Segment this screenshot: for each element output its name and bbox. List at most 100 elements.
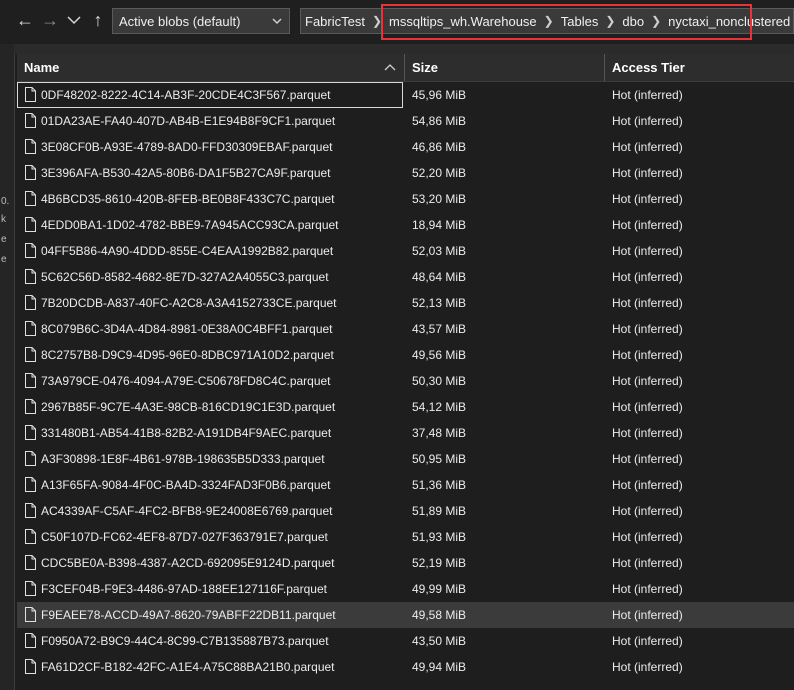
- file-size: 52,03 MiB: [412, 244, 467, 258]
- file-size-cell: 49,99 MiB: [405, 576, 603, 602]
- chevron-right-icon: ❯: [371, 14, 383, 28]
- breadcrumb-item[interactable]: FabricTest: [301, 14, 369, 29]
- file-row[interactable]: 4EDD0BA1-1D02-4782-BBE9-7A945ACC93CA.par…: [17, 212, 794, 238]
- file-size: 51,89 MiB: [412, 504, 467, 518]
- column-header-size[interactable]: Size: [405, 54, 605, 81]
- file-icon: [25, 217, 36, 232]
- arrow-up-icon[interactable]: ↑: [87, 6, 109, 34]
- file-name-cell[interactable]: CDC5BE0A-B398-4387-A2CD-692095E9124D.par…: [17, 550, 403, 576]
- file-size-cell: 37,48 MiB: [405, 420, 603, 446]
- file-name: CDC5BE0A-B398-4387-A2CD-692095E9124D.par…: [41, 556, 335, 570]
- file-name-cell[interactable]: A13F65FA-9084-4F0C-BA4D-3324FAD3F0B6.par…: [17, 472, 403, 498]
- arrow-left-icon[interactable]: ←: [14, 6, 36, 34]
- file-row[interactable]: 01DA23AE-FA40-407D-AB4B-E1E94B8F9CF1.par…: [17, 108, 794, 134]
- file-icon: [25, 243, 36, 258]
- file-name-cell[interactable]: F0950A72-B9C9-44C4-8C99-C7B135887B73.par…: [17, 628, 403, 654]
- column-header-tier[interactable]: Access Tier: [605, 54, 794, 81]
- file-name-cell[interactable]: 2967B85F-9C7E-4A3E-98CB-816CD19C1E3D.par…: [17, 394, 403, 420]
- file-row[interactable]: 7B20DCDB-A837-40FC-A2C8-A3A4152733CE.par…: [17, 290, 794, 316]
- file-name-cell[interactable]: 73A979CE-0476-4094-A79E-C50678FD8C4C.par…: [17, 368, 403, 394]
- file-size: 43,57 MiB: [412, 322, 467, 336]
- file-name-cell[interactable]: 331480B1-AB54-41B8-82B2-A191DB4F9AEC.par…: [17, 420, 403, 446]
- access-tier: Hot (inferred): [612, 166, 683, 180]
- file-row[interactable]: C50F107D-FC62-4EF8-87D7-027F363791E7.par…: [17, 524, 794, 550]
- file-row[interactable]: 8C079B6C-3D4A-4D84-8981-0E38A0C4BFF1.par…: [17, 316, 794, 342]
- file-row[interactable]: 04FF5B86-4A90-4DDD-855E-C4EAA1992B82.par…: [17, 238, 794, 264]
- breadcrumb-item[interactable]: nyctaxi_nonclustered: [664, 14, 793, 29]
- file-name-cell[interactable]: 8C079B6C-3D4A-4D84-8981-0E38A0C4BFF1.par…: [17, 316, 403, 342]
- file-icon: [25, 477, 36, 492]
- file-name-cell[interactable]: 5C62C56D-8582-4682-8E7D-327A2A4055C3.par…: [17, 264, 403, 290]
- column-header-name-label: Name: [24, 60, 60, 75]
- breadcrumb-item[interactable]: mssqltips_wh.Warehouse: [385, 14, 541, 29]
- access-tier: Hot (inferred): [612, 634, 683, 648]
- file-icon: [25, 633, 36, 648]
- file-name: A13F65FA-9084-4F0C-BA4D-3324FAD3F0B6.par…: [41, 478, 331, 492]
- file-size-cell: 48,64 MiB: [405, 264, 603, 290]
- file-size-cell: 51,93 MiB: [405, 524, 603, 550]
- file-size: 49,56 MiB: [412, 348, 467, 362]
- file-size-cell: 52,20 MiB: [405, 160, 603, 186]
- file-name-cell[interactable]: F9EAEE78-ACCD-49A7-8620-79ABFF22DB11.par…: [17, 602, 403, 628]
- file-name-cell[interactable]: F3CEF04B-F9E3-4486-97AD-188EE127116F.par…: [17, 576, 403, 602]
- access-tier: Hot (inferred): [612, 504, 683, 518]
- file-row[interactable]: AC4339AF-C5AF-4FC2-BFB8-9E24008E6769.par…: [17, 498, 794, 524]
- file-row[interactable]: 2967B85F-9C7E-4A3E-98CB-816CD19C1E3D.par…: [17, 394, 794, 420]
- file-row[interactable]: 73A979CE-0476-4094-A79E-C50678FD8C4C.par…: [17, 368, 794, 394]
- file-row[interactable]: CDC5BE0A-B398-4387-A2CD-692095E9124D.par…: [17, 550, 794, 576]
- file-icon: [25, 503, 36, 518]
- file-size: 46,86 MiB: [412, 140, 467, 154]
- file-name-cell[interactable]: 4EDD0BA1-1D02-4782-BBE9-7A945ACC93CA.par…: [17, 212, 403, 238]
- file-icon: [25, 451, 36, 466]
- file-size-cell: 51,89 MiB: [405, 498, 603, 524]
- breadcrumb-item[interactable]: Tables: [557, 14, 603, 29]
- chevron-right-icon: ❯: [651, 14, 662, 28]
- file-name-cell[interactable]: A3F30898-1E8F-4B61-978B-198635B5D333.par…: [17, 446, 403, 472]
- file-row[interactable]: 3E08CF0B-A93E-4789-8AD0-FFD30309EBAF.par…: [17, 134, 794, 160]
- blob-filter-select[interactable]: Active blobs (default): [112, 8, 290, 34]
- access-tier: Hot (inferred): [612, 244, 683, 258]
- file-tier-cell: Hot (inferred): [605, 160, 794, 186]
- file-name-cell[interactable]: 3E08CF0B-A93E-4789-8AD0-FFD30309EBAF.par…: [17, 134, 403, 160]
- access-tier: Hot (inferred): [612, 478, 683, 492]
- access-tier: Hot (inferred): [612, 660, 683, 674]
- file-row[interactable]: A13F65FA-9084-4F0C-BA4D-3324FAD3F0B6.par…: [17, 472, 794, 498]
- file-name-cell[interactable]: 04FF5B86-4A90-4DDD-855E-C4EAA1992B82.par…: [17, 238, 403, 264]
- file-tier-cell: Hot (inferred): [605, 602, 794, 628]
- file-name-cell[interactable]: C50F107D-FC62-4EF8-87D7-027F363791E7.par…: [17, 524, 403, 550]
- file-size-cell: 54,12 MiB: [405, 394, 603, 420]
- file-name-cell[interactable]: FA61D2CF-B182-42FC-A1E4-A75C88BA21B0.par…: [17, 654, 403, 680]
- file-size: 49,94 MiB: [412, 660, 467, 674]
- file-name: 7B20DCDB-A837-40FC-A2C8-A3A4152733CE.par…: [41, 296, 337, 310]
- file-name-cell[interactable]: AC4339AF-C5AF-4FC2-BFB8-9E24008E6769.par…: [17, 498, 403, 524]
- file-size: 52,19 MiB: [412, 556, 467, 570]
- file-row[interactable]: 3E396AFA-B530-42A5-80B6-DA1F5B27CA9F.par…: [17, 160, 794, 186]
- file-icon: [25, 269, 36, 284]
- file-size-cell: 49,58 MiB: [405, 602, 603, 628]
- breadcrumb-item[interactable]: dbo: [618, 14, 648, 29]
- file-row[interactable]: F9EAEE78-ACCD-49A7-8620-79ABFF22DB11.par…: [17, 602, 794, 628]
- file-row[interactable]: 5C62C56D-8582-4682-8E7D-327A2A4055C3.par…: [17, 264, 794, 290]
- file-size: 49,58 MiB: [412, 608, 467, 622]
- chevron-down-icon[interactable]: [63, 6, 85, 34]
- file-row[interactable]: F3CEF04B-F9E3-4486-97AD-188EE127116F.par…: [17, 576, 794, 602]
- file-row[interactable]: FA61D2CF-B182-42FC-A1E4-A75C88BA21B0.par…: [17, 654, 794, 680]
- file-name: 4B6BCD35-8610-420B-8FEB-BE0B8F433C7C.par…: [41, 192, 335, 206]
- file-name: 2967B85F-9C7E-4A3E-98CB-816CD19C1E3D.par…: [41, 400, 336, 414]
- file-name-cell[interactable]: 7B20DCDB-A837-40FC-A2C8-A3A4152733CE.par…: [17, 290, 403, 316]
- access-tier: Hot (inferred): [612, 426, 683, 440]
- arrow-right-icon[interactable]: →: [39, 6, 61, 34]
- file-name-cell[interactable]: 8C2757B8-D9C9-4D95-96E0-8DBC971A10D2.par…: [17, 342, 403, 368]
- file-name-cell[interactable]: 0DF48202-8222-4C14-AB3F-20CDE4C3F567.par…: [17, 82, 403, 108]
- file-row[interactable]: 4B6BCD35-8610-420B-8FEB-BE0B8F433C7C.par…: [17, 186, 794, 212]
- file-row[interactable]: 331480B1-AB54-41B8-82B2-A191DB4F9AEC.par…: [17, 420, 794, 446]
- column-header-name[interactable]: Name: [17, 54, 405, 81]
- file-row[interactable]: A3F30898-1E8F-4B61-978B-198635B5D333.par…: [17, 446, 794, 472]
- file-row[interactable]: 0DF48202-8222-4C14-AB3F-20CDE4C3F567.par…: [17, 82, 794, 108]
- file-name-cell[interactable]: 3E396AFA-B530-42A5-80B6-DA1F5B27CA9F.par…: [17, 160, 403, 186]
- file-row[interactable]: F0950A72-B9C9-44C4-8C99-C7B135887B73.par…: [17, 628, 794, 654]
- file-row[interactable]: 8C2757B8-D9C9-4D95-96E0-8DBC971A10D2.par…: [17, 342, 794, 368]
- file-name-cell[interactable]: 01DA23AE-FA40-407D-AB4B-E1E94B8F9CF1.par…: [17, 108, 403, 134]
- file-name-cell[interactable]: 4B6BCD35-8610-420B-8FEB-BE0B8F433C7C.par…: [17, 186, 403, 212]
- file-tier-cell: Hot (inferred): [605, 212, 794, 238]
